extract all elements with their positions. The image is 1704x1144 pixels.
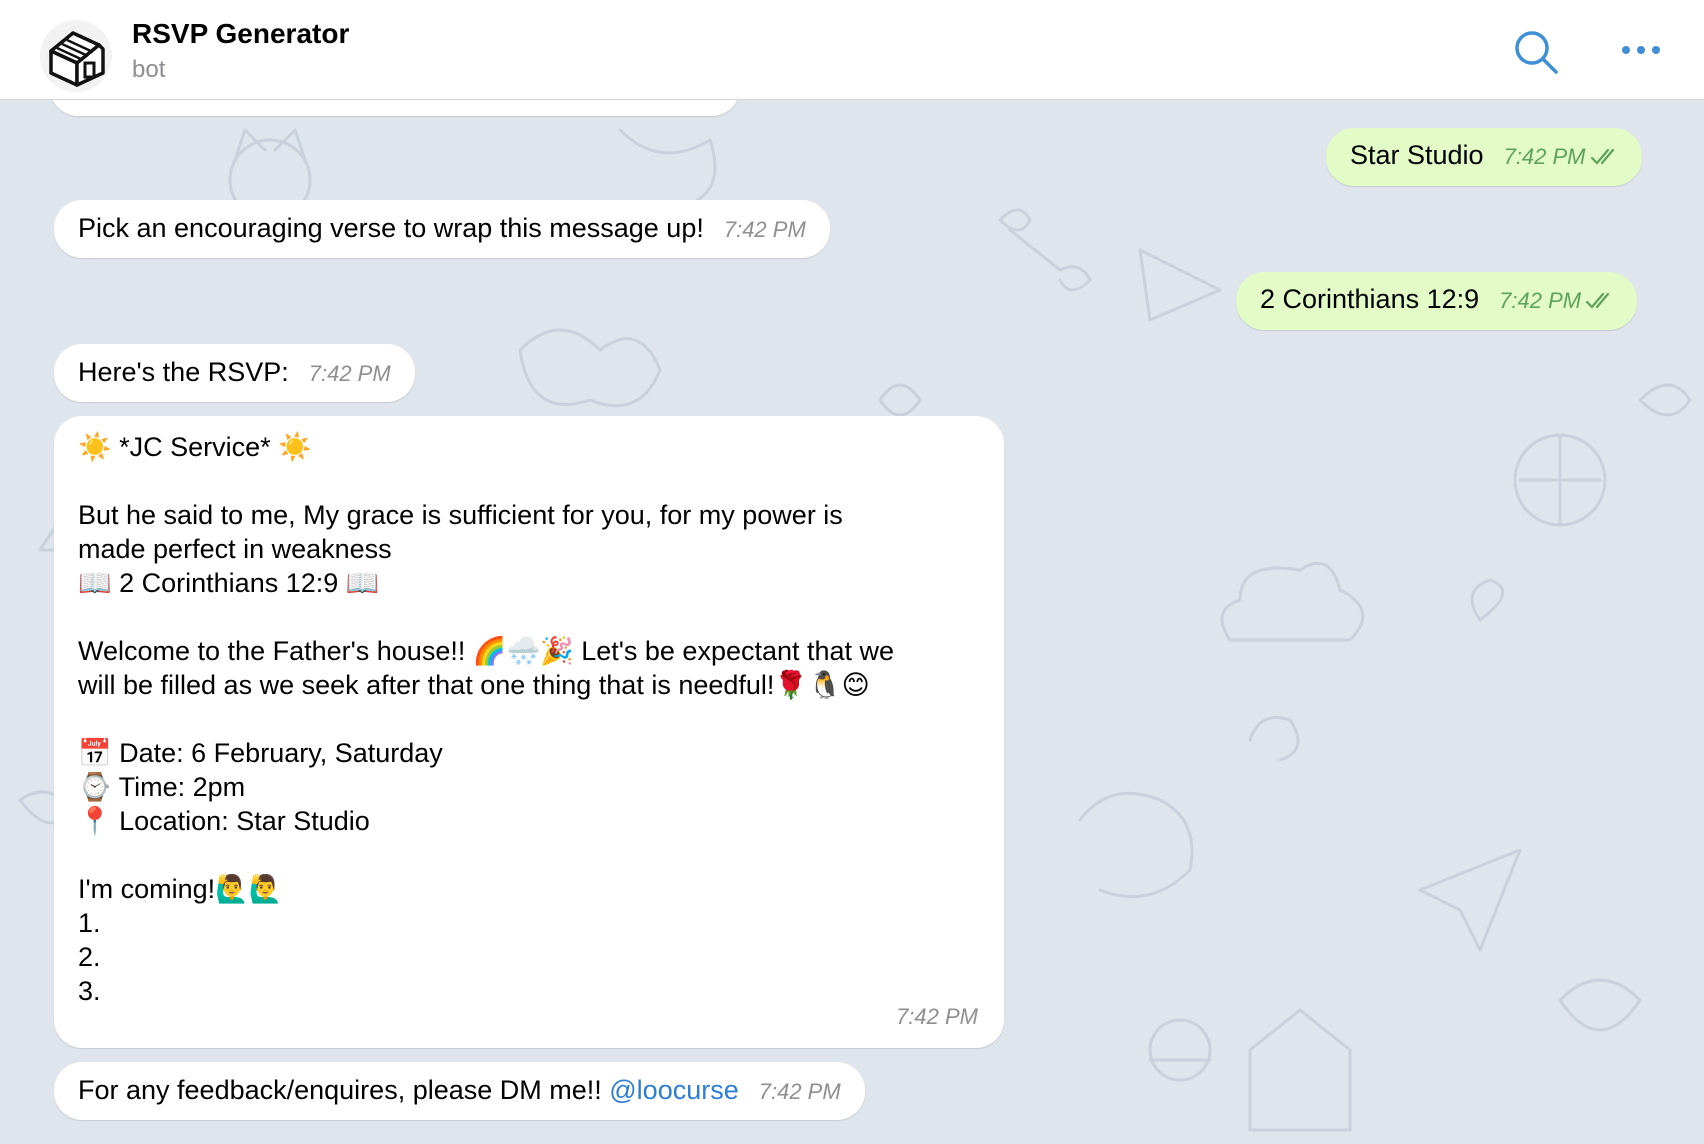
message-text: For any feedback/enquires, please DM me!… (78, 1075, 610, 1105)
message-outgoing[interactable]: Star Studio 7:42 PM (1326, 128, 1642, 186)
more-icon (1622, 46, 1630, 54)
more-icon-dot (1637, 46, 1645, 54)
rsvp-coming: I'm coming!🙋‍♂️🙋‍♂️ (78, 874, 283, 904)
chat-title[interactable]: RSVP Generator (132, 18, 349, 50)
rsvp-verse-ref: 📖 2 Corinthians 12:9 📖 (78, 568, 380, 598)
message-text: Pick an encouraging verse to wrap this m… (78, 213, 704, 243)
rsvp-welcome: Welcome to the Father's house!! 🌈🌨️🎉 Let… (78, 636, 895, 666)
more-options-button[interactable] (1622, 38, 1666, 62)
double-check-icon (1590, 148, 1614, 165)
chat-subtitle: bot (132, 56, 166, 83)
message-outgoing[interactable]: 2 Corinthians 12:9 7:42 PM (1236, 272, 1638, 330)
message-time: 7:42 PM (1503, 144, 1586, 169)
message-time: 7:42 PM (308, 361, 391, 386)
rsvp-time: ⌚ Time: 2pm (78, 772, 246, 802)
mention-link[interactable]: @loocurse (609, 1075, 738, 1105)
search-button[interactable] (1512, 28, 1560, 76)
message-text: 2 Corinthians 12:9 (1260, 284, 1480, 314)
rsvp-list-item: 2. (78, 942, 101, 972)
message-time: 7:42 PM (723, 217, 806, 242)
message-time: 7:42 PM (1499, 288, 1582, 313)
message-incoming[interactable]: Pick an encouraging verse to wrap this m… (54, 200, 830, 258)
rsvp-message[interactable]: ☀️ *JC Service* ☀️ But he said to me, My… (54, 416, 1004, 1048)
rsvp-verse: made perfect in weakness (78, 534, 392, 564)
chat-area[interactable]: Star Studio 7:42 PM Pick an encouraging v… (0, 100, 1704, 1144)
bot-avatar[interactable] (40, 20, 112, 92)
rsvp-list-item: 1. (78, 908, 101, 938)
message-text: Here's the RSVP: (78, 357, 289, 387)
message-text: Star Studio (1350, 140, 1484, 170)
chat-header: RSVP Generator bot (0, 0, 1704, 100)
search-icon (1515, 31, 1558, 74)
rsvp-date: 📅 Date: 6 February, Saturday (78, 738, 443, 768)
rsvp-welcome: will be filled as we seek after that one… (78, 670, 870, 700)
message-bubble-partial[interactable] (50, 100, 740, 116)
message-time: 7:42 PM (896, 1004, 978, 1029)
more-icon-dot (1652, 46, 1660, 54)
rsvp-heading: ☀️ *JC Service* ☀️ (78, 432, 312, 462)
house-icon (49, 31, 105, 87)
rsvp-verse: But he said to me, My grace is sufficien… (78, 500, 843, 530)
message-incoming[interactable]: Here's the RSVP: 7:42 PM (54, 344, 415, 402)
double-check-icon (1585, 292, 1610, 309)
message-time: 7:42 PM (758, 1079, 841, 1104)
rsvp-content: ☀️ *JC Service* ☀️ But he said to me, My… (78, 430, 980, 1008)
rsvp-list-item: 3. (78, 976, 101, 1006)
rsvp-location: 📍 Location: Star Studio (78, 806, 370, 836)
message-incoming[interactable]: For any feedback/enquires, please DM me!… (54, 1062, 865, 1120)
